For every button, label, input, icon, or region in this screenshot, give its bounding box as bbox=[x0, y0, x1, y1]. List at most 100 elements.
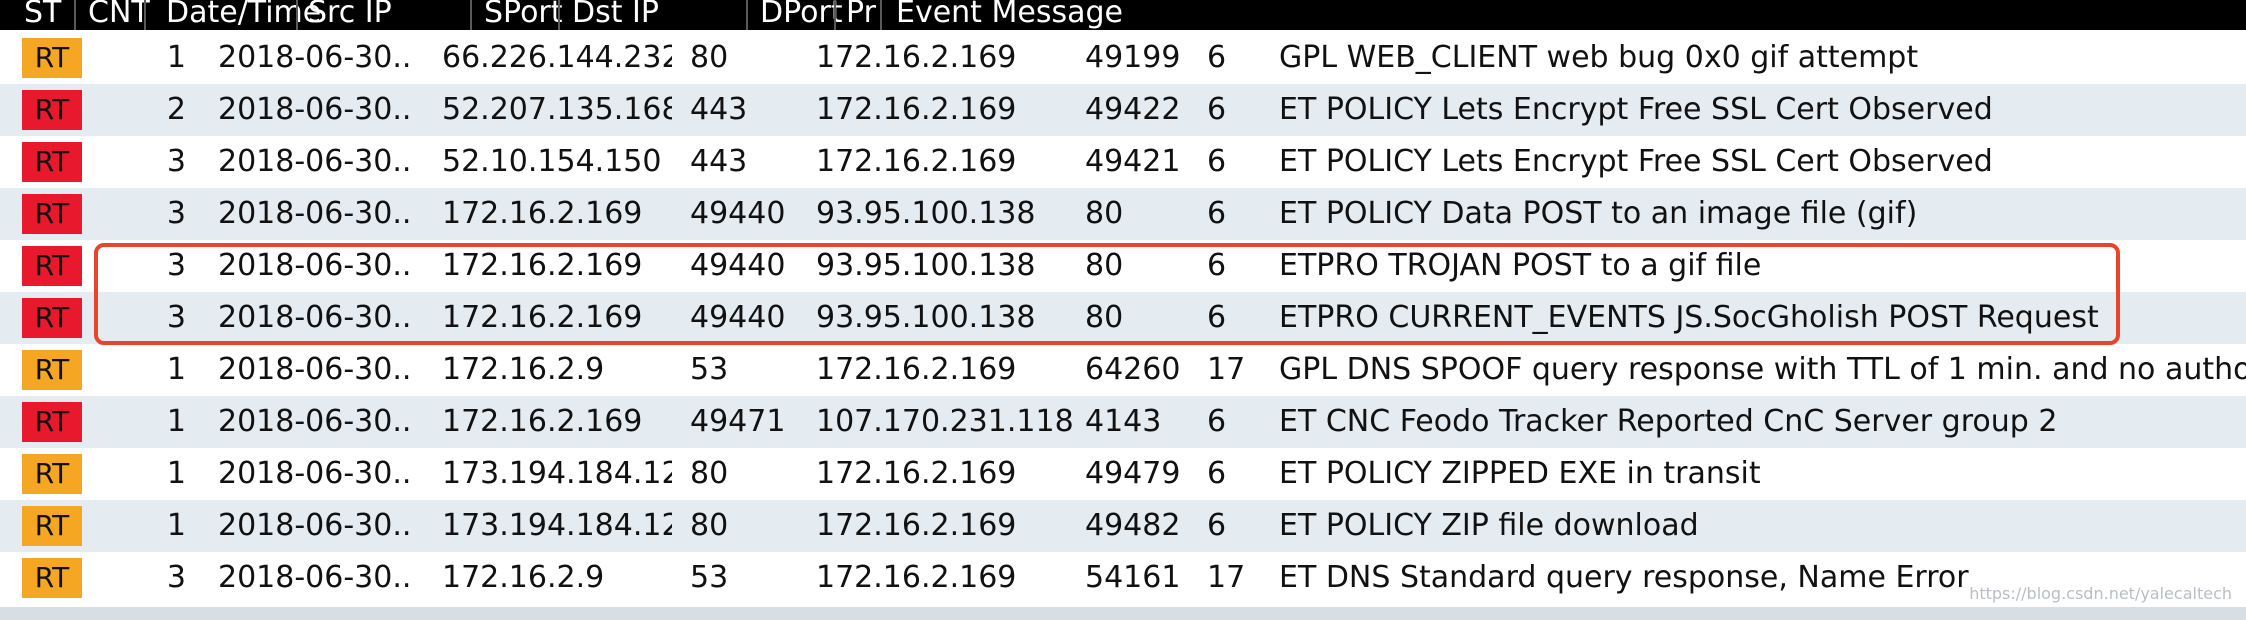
cell-sport: 443 bbox=[690, 92, 748, 127]
status-badge: RT bbox=[22, 454, 82, 494]
cell-dport: 4143 bbox=[1085, 404, 1162, 439]
cell-dst-ip: 172.16.2.169 bbox=[816, 40, 1017, 75]
column-separator[interactable] bbox=[834, 0, 836, 30]
cell-datetime: 2018-06-30... bbox=[218, 144, 414, 179]
column-separator[interactable] bbox=[558, 0, 560, 30]
cell-event: ETPRO CURRENT_EVENTS JS.SocGholish POST … bbox=[1279, 300, 2099, 335]
cell-cnt: 3 bbox=[166, 196, 186, 231]
cell-src-ip: 172.16.2.169 bbox=[442, 404, 643, 439]
cell-cnt: 1 bbox=[166, 352, 186, 387]
cell-cnt: 3 bbox=[166, 560, 186, 595]
cell-event: ET CNC Feodo Tracker Reported CnC Server… bbox=[1279, 404, 2058, 439]
cell-event: ET POLICY Lets Encrypt Free SSL Cert Obs… bbox=[1279, 92, 1993, 127]
cell-dport: 54161 bbox=[1085, 560, 1181, 595]
cell-sport: 80 bbox=[690, 456, 729, 491]
column-separator[interactable] bbox=[144, 0, 146, 30]
cell-pr: 6 bbox=[1207, 300, 1227, 335]
cell-dport: 49422 bbox=[1085, 92, 1181, 127]
cell-sport: 53 bbox=[690, 352, 729, 387]
cell-pr: 6 bbox=[1207, 40, 1227, 75]
cell-event: GPL WEB_CLIENT web bug 0x0 gif attempt bbox=[1279, 40, 1919, 75]
cell-datetime: 2018-06-30... bbox=[218, 196, 414, 231]
table-row[interactable]: RT 3 2018-06-30... 52.10.154.150 443 172.16.2… bbox=[0, 136, 2246, 188]
column-header-pr[interactable]: Pr bbox=[846, 0, 896, 30]
cell-cnt: 1 bbox=[166, 508, 186, 543]
cell-dst-ip: 172.16.2.169 bbox=[816, 92, 1017, 127]
cell-src-ip: 172.16.2.9 bbox=[442, 352, 605, 387]
cell-src-ip: 172.16.2.169 bbox=[442, 196, 643, 231]
table-row[interactable]: RT 1 2018-06-30... 173.194.184.12 80 172.16.2… bbox=[0, 500, 2246, 552]
cell-dport: 64260 bbox=[1085, 352, 1181, 387]
cell-datetime: 2018-06-30... bbox=[218, 300, 414, 335]
cell-datetime: 2018-06-30... bbox=[218, 92, 414, 127]
cell-src-ip: 172.16.2.169 bbox=[442, 300, 643, 335]
cell-dport: 49421 bbox=[1085, 144, 1181, 179]
status-badge: RT bbox=[22, 246, 82, 286]
status-badge: RT bbox=[22, 558, 82, 598]
table-row[interactable]: RT 1 2018-06-30... 66.226.144.232 80 172.16.2… bbox=[0, 32, 2246, 84]
cell-cnt: 3 bbox=[166, 300, 186, 335]
cell-sport: 53 bbox=[690, 560, 729, 595]
column-separator[interactable] bbox=[74, 0, 76, 30]
status-badge: RT bbox=[22, 298, 82, 338]
cell-datetime: 2018-06-30... bbox=[218, 456, 414, 491]
column-separator[interactable] bbox=[880, 0, 882, 30]
cell-pr: 17 bbox=[1207, 352, 1246, 387]
cell-datetime: 2018-06-30... bbox=[218, 560, 414, 595]
column-header-event[interactable]: Event Message bbox=[896, 0, 1863, 30]
cell-dport: 49199 bbox=[1085, 40, 1181, 75]
cell-datetime: 2018-06-30... bbox=[218, 352, 414, 387]
cell-dst-ip: 107.170.231.118 bbox=[816, 404, 1074, 439]
cell-pr: 17 bbox=[1207, 560, 1246, 595]
cell-src-ip: 173.194.184.12 bbox=[442, 456, 672, 491]
table-row[interactable]: RT 1 2018-06-30... 172.16.2.169 49471 107.170… bbox=[0, 396, 2246, 448]
table-row[interactable]: RT 1 2018-06-30... 172.16.2.9 53 172.16.2.169… bbox=[0, 344, 2246, 396]
cell-pr: 6 bbox=[1207, 92, 1227, 127]
cell-event: ET POLICY Lets Encrypt Free SSL Cert Obs… bbox=[1279, 144, 1993, 179]
column-separator[interactable] bbox=[470, 0, 472, 30]
table-row[interactable]: RT 3 2018-06-30... 172.16.2.169 49440 93.95.1… bbox=[0, 188, 2246, 240]
cell-dst-ip: 172.16.2.169 bbox=[816, 144, 1017, 179]
status-badge: RT bbox=[22, 38, 82, 78]
cell-src-ip: 172.16.2.169 bbox=[442, 248, 643, 283]
column-separator[interactable] bbox=[746, 0, 748, 30]
cell-datetime: 2018-06-30... bbox=[218, 404, 414, 439]
cell-cnt: 3 bbox=[166, 144, 186, 179]
status-badge: RT bbox=[22, 142, 82, 182]
cell-sport: 49471 bbox=[690, 404, 786, 439]
cell-pr: 6 bbox=[1207, 456, 1227, 491]
table-row[interactable]: RT 3 2018-06-30... 172.16.2.169 49440 93.95.1… bbox=[0, 240, 2246, 292]
cell-dst-ip: 172.16.2.169 bbox=[816, 508, 1017, 543]
column-separator[interactable] bbox=[296, 0, 298, 30]
cell-pr: 6 bbox=[1207, 404, 1227, 439]
table-row[interactable]: RT 3 2018-06-30... 172.16.2.169 49440 93.95.1… bbox=[0, 292, 2246, 344]
cell-dport: 80 bbox=[1085, 248, 1124, 283]
status-badge: RT bbox=[22, 506, 82, 546]
cell-cnt: 1 bbox=[166, 40, 186, 75]
cell-event: ETPRO TROJAN POST to a gif file bbox=[1279, 248, 1762, 283]
cell-src-ip: 52.207.135.168 bbox=[442, 92, 672, 127]
cell-dst-ip: 93.95.100.138 bbox=[816, 300, 1036, 335]
column-header-sport[interactable]: SPort bbox=[484, 0, 584, 30]
cell-dport: 49479 bbox=[1085, 456, 1181, 491]
cell-pr: 6 bbox=[1207, 248, 1227, 283]
cell-dport: 80 bbox=[1085, 196, 1124, 231]
cell-event: ET POLICY Data POST to an image file (gi… bbox=[1279, 196, 1918, 231]
cell-event: GPL DNS SPOOF query response with TTL of… bbox=[1279, 352, 2246, 387]
cell-dst-ip: 93.95.100.138 bbox=[816, 248, 1036, 283]
cell-src-ip: 52.10.154.150 bbox=[442, 144, 662, 179]
cell-cnt: 1 bbox=[166, 404, 186, 439]
cell-cnt: 3 bbox=[166, 248, 186, 283]
cell-dst-ip: 93.95.100.138 bbox=[816, 196, 1036, 231]
cell-src-ip: 66.226.144.232 bbox=[442, 40, 672, 75]
horizontal-scrollbar[interactable] bbox=[0, 607, 2246, 620]
cell-sport: 49440 bbox=[690, 300, 786, 335]
cell-dst-ip: 172.16.2.169 bbox=[816, 560, 1017, 595]
table-row[interactable]: RT 3 2018-06-30... 172.16.2.9 53 172.16.2.169… bbox=[0, 552, 2246, 604]
cell-datetime: 2018-06-30... bbox=[218, 508, 414, 543]
table-row[interactable]: RT 2 2018-06-30... 52.207.135.168 443 172.16.… bbox=[0, 84, 2246, 136]
table-row[interactable]: RT 1 2018-06-30... 173.194.184.12 80 172.16.2… bbox=[0, 448, 2246, 500]
cell-src-ip: 172.16.2.9 bbox=[442, 560, 605, 595]
cell-dst-ip: 172.16.2.169 bbox=[816, 352, 1017, 387]
cell-dst-ip: 172.16.2.169 bbox=[816, 456, 1017, 491]
